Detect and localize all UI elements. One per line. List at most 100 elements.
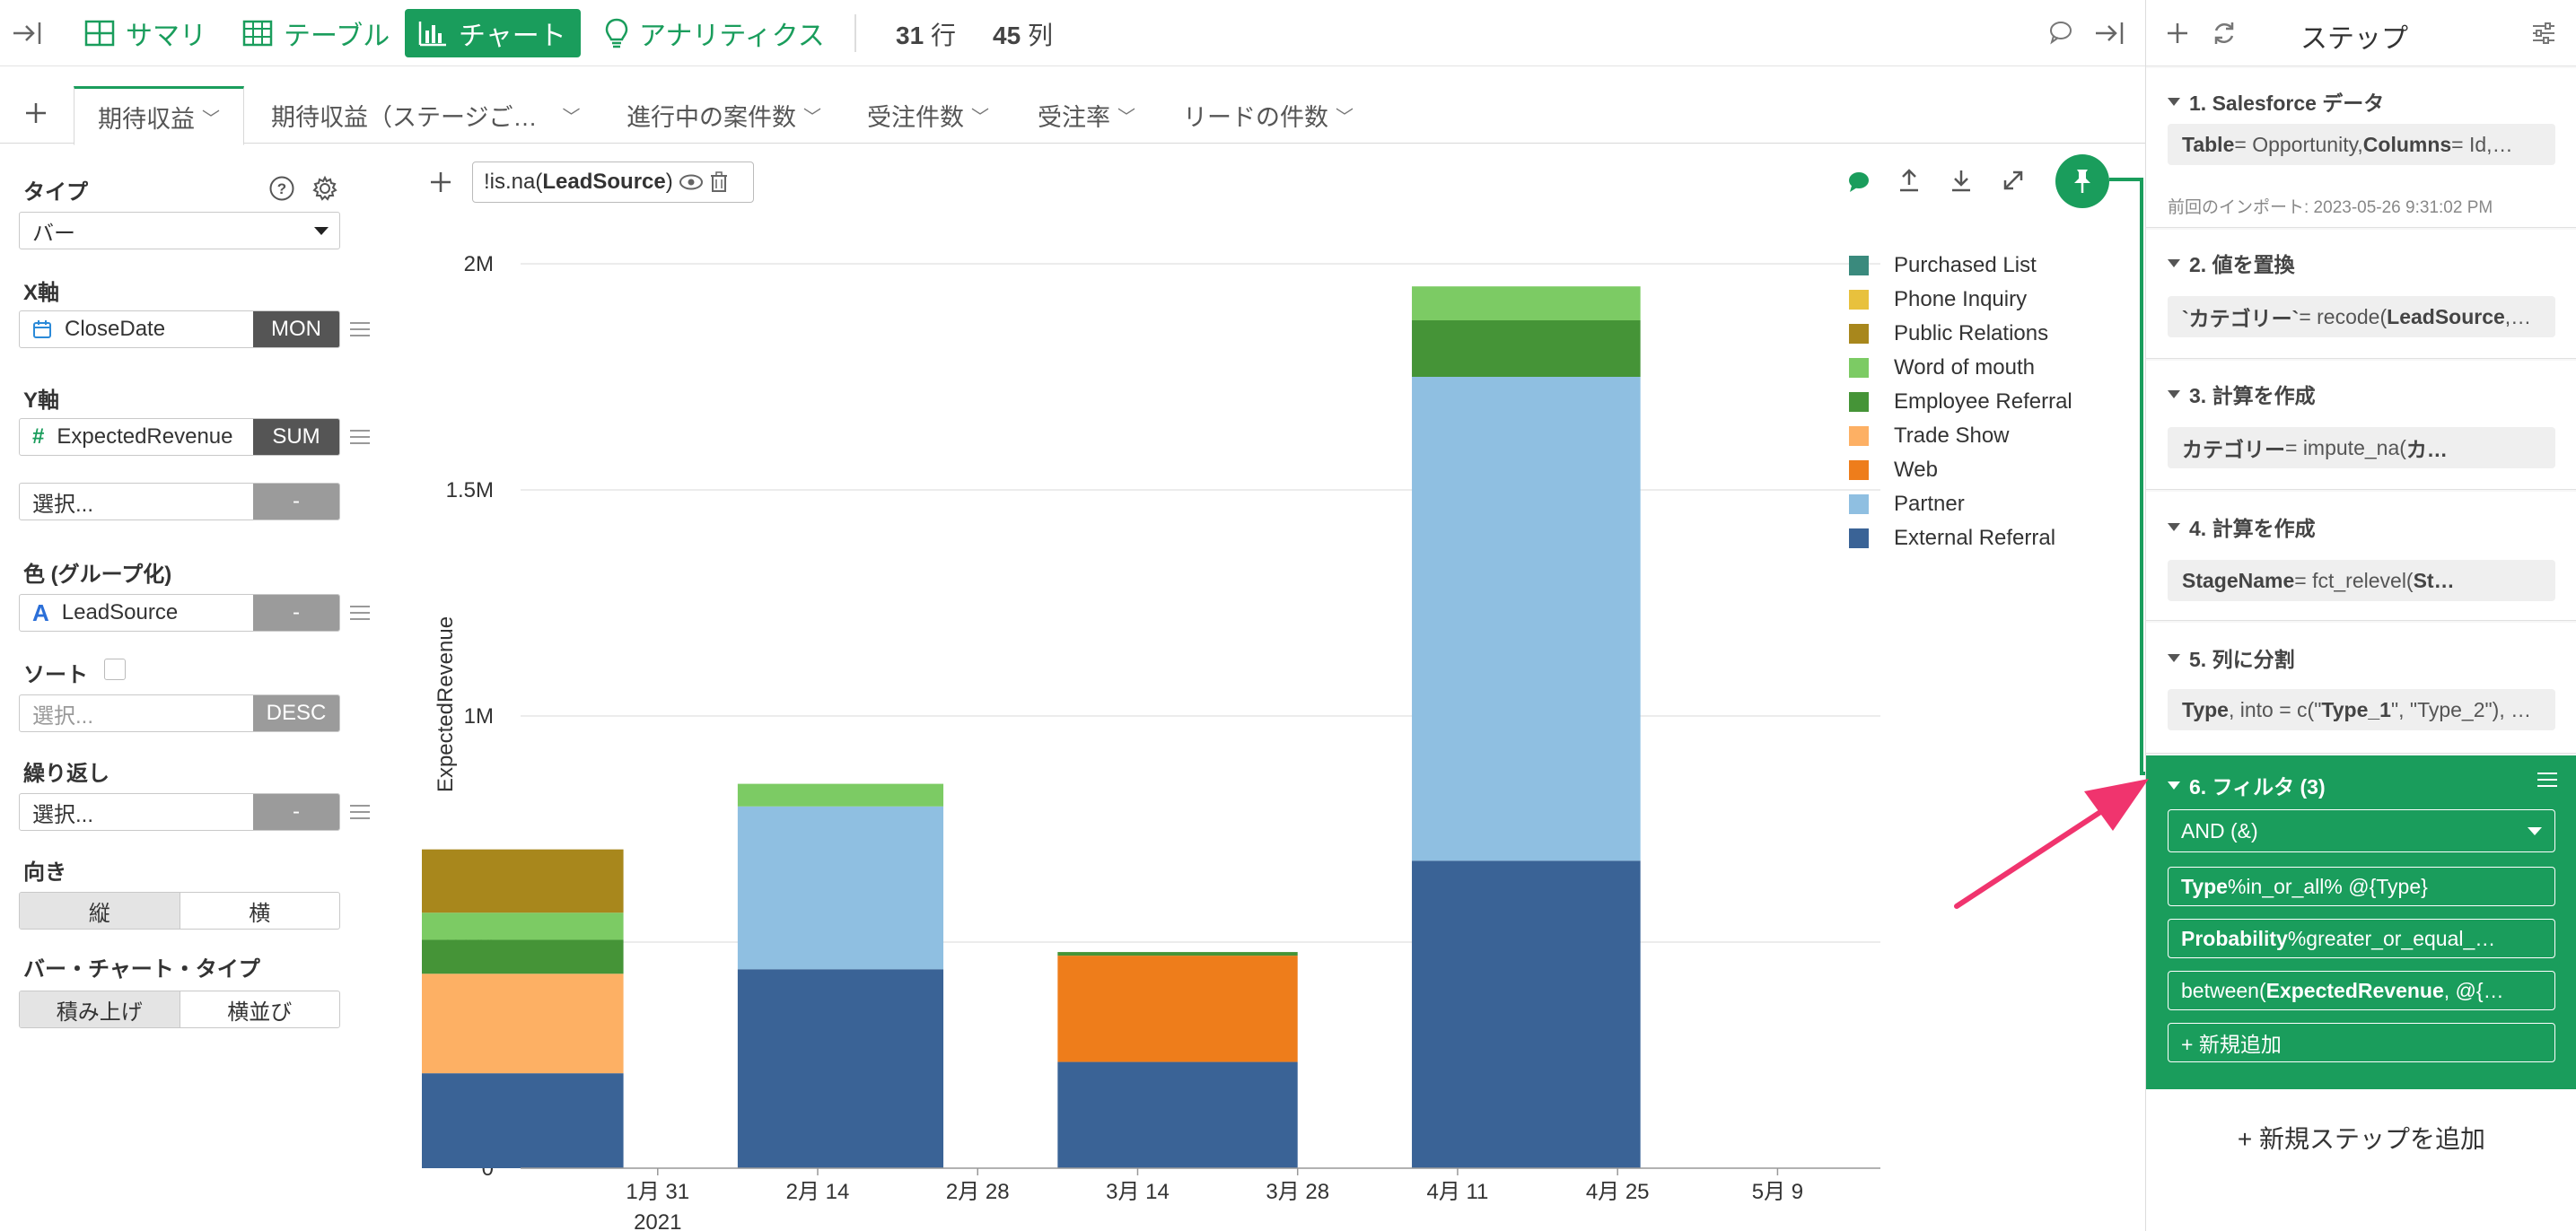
add-step-icon[interactable] xyxy=(2162,18,2193,48)
filter-condition-type[interactable]: Type %in_or_all% @{Type} xyxy=(2168,867,2555,906)
y-axis-label: Y軸 xyxy=(23,389,60,413)
help-icon[interactable]: ? xyxy=(267,174,296,203)
sort-order[interactable]: DESC xyxy=(253,695,339,731)
steps-header: ステップ xyxy=(2146,0,2576,66)
repeat-field[interactable]: 選択... - xyxy=(19,793,340,831)
y-axis-aggregation[interactable]: SUM xyxy=(253,419,339,455)
tab-expected-revenue[interactable]: 期待収益 ﹀ xyxy=(74,86,244,145)
expand-icon[interactable] xyxy=(1998,165,2028,196)
step-5[interactable]: 5. 列に分割 Type, into = c(" Type_1 ", "Type_2… xyxy=(2146,623,2576,754)
sort-field[interactable]: 選択... DESC xyxy=(19,694,340,732)
filter-chip[interactable]: !is.na(LeadSource) xyxy=(472,162,754,203)
y-axis-2-field[interactable]: 選択... - xyxy=(19,483,340,520)
comment-icon[interactable] xyxy=(2046,18,2075,47)
eye-icon[interactable] xyxy=(679,173,704,191)
download-icon[interactable] xyxy=(1946,165,1976,196)
add-filter-icon[interactable] xyxy=(425,167,456,197)
chevron-down-icon[interactable]: ﹀ xyxy=(1336,102,1354,128)
chart-type-select[interactable]: バー xyxy=(19,212,340,249)
legend-item[interactable]: Employee Referral xyxy=(1849,389,2072,415)
collapse-triangle-icon[interactable] xyxy=(2168,258,2180,267)
legend-item[interactable]: Phone Inquiry xyxy=(1849,287,2027,312)
chevron-down-icon[interactable]: ﹀ xyxy=(202,104,220,130)
y-axis-2-aggregation[interactable]: - xyxy=(253,484,339,519)
sort-checkbox[interactable] xyxy=(104,659,126,680)
upload-icon[interactable] xyxy=(1894,165,1924,196)
step-6-filter[interactable]: 6. フィルタ (3) AND (&) Type %in_or_all% @{T… xyxy=(2146,755,2576,1089)
tab-win-rate[interactable]: 受注率 ﹀ xyxy=(1014,86,1159,144)
menu-icon[interactable] xyxy=(350,800,370,824)
collapse-triangle-icon[interactable] xyxy=(2168,97,2180,106)
view-summary-button[interactable]: サマリ xyxy=(72,9,219,57)
legend-item[interactable]: Word of mouth xyxy=(1849,355,2035,380)
legend-item[interactable]: Trade Show xyxy=(1849,423,2010,449)
add-step-button[interactable]: + 新規ステップを追加 xyxy=(2146,1120,2576,1156)
collapse-left-icon[interactable] xyxy=(11,18,43,48)
collapse-right-icon[interactable] xyxy=(2091,18,2127,48)
menu-icon[interactable] xyxy=(350,601,370,624)
step-5-expression[interactable]: Type, into = c(" Type_1 ", "Type_2"), … xyxy=(2168,689,2555,730)
chart-comment-icon[interactable] xyxy=(1844,167,1874,197)
legend-label: Partner xyxy=(1894,492,1965,516)
legend-label: Phone Inquiry xyxy=(1894,287,2028,311)
filter-condition-revenue[interactable]: between(ExpectedRevenue, @{… xyxy=(2168,971,2555,1010)
step-3[interactable]: 3. 計算を作成 カテゴリー = impute_na(カ… xyxy=(2146,361,2576,490)
legend-item[interactable]: Web xyxy=(1849,458,1938,483)
menu-icon[interactable] xyxy=(350,318,370,341)
step-4[interactable]: 4. 計算を作成 StageName = fct_relevel(St… xyxy=(2146,492,2576,621)
chevron-down-icon[interactable]: ﹀ xyxy=(562,102,580,128)
legend-swatch xyxy=(1849,528,1869,548)
gear-icon[interactable] xyxy=(311,174,339,203)
legend-item[interactable]: Partner xyxy=(1849,492,1965,517)
color-group-field[interactable]: A LeadSource - xyxy=(19,594,340,632)
menu-icon[interactable] xyxy=(2537,768,2557,791)
collapse-triangle-icon[interactable] xyxy=(2168,522,2180,531)
legend-item[interactable]: Public Relations xyxy=(1849,321,2048,346)
bar-type-side-by-side[interactable]: 横並び xyxy=(179,991,340,1027)
menu-icon[interactable] xyxy=(350,425,370,449)
tab-expected-revenue-stage[interactable]: 期待収益（ステージご… ﹀ xyxy=(248,86,603,144)
add-tab-icon[interactable] xyxy=(20,97,52,129)
bar-type-stacked[interactable]: 積み上げ xyxy=(20,991,180,1027)
trash-icon[interactable] xyxy=(709,171,729,193)
step-2[interactable]: 2. 値を置換 `カテゴリー` = recode(LeadSource,… xyxy=(2146,230,2576,359)
pin-icon[interactable] xyxy=(2055,154,2109,208)
collapse-triangle-icon[interactable] xyxy=(2168,781,2180,790)
y-axis-field[interactable]: # ExpectedRevenue SUM xyxy=(19,418,340,456)
steps-panel: ステップ 1. Salesforce データ Table = Opportuni… xyxy=(2145,0,2576,1231)
filter-condition-probability[interactable]: Probability %greater_or_equal_… xyxy=(2168,919,2555,958)
collapse-triangle-icon[interactable] xyxy=(2168,389,2180,398)
step-1[interactable]: 1. Salesforce データ Table = Opportunity, C… xyxy=(2146,68,2576,228)
tab-open-deals[interactable]: 進行中の案件数 ﹀ xyxy=(603,86,845,144)
filter-logic-select[interactable]: AND (&) xyxy=(2168,809,2555,852)
dropdown-caret-icon xyxy=(314,226,329,235)
orientation-vertical[interactable]: 縦 xyxy=(20,893,180,929)
bar-segment xyxy=(1412,860,1641,1168)
step-1-expression[interactable]: Table = Opportunity, Columns = Id,… xyxy=(2168,124,2555,165)
chevron-down-icon[interactable]: ﹀ xyxy=(971,102,989,128)
orientation-horizontal[interactable]: 横 xyxy=(179,893,340,929)
repeat-aggregation[interactable]: - xyxy=(253,794,339,830)
settings-sliders-icon[interactable] xyxy=(2528,18,2559,48)
view-analytics-button[interactable]: アナリティクス xyxy=(592,9,837,57)
view-table-button[interactable]: テーブル xyxy=(230,9,402,57)
tab-won-count[interactable]: 受注件数 ﹀ xyxy=(844,86,1012,144)
x-axis-aggregation[interactable]: MON xyxy=(253,311,339,347)
refresh-icon[interactable] xyxy=(2209,18,2239,48)
x-axis-ticks: 1月 31 2021 2月 14 2月 28 3月 14 3月 28 4月 11 4月 25 5… xyxy=(626,1168,1803,1231)
color-group-label: 色 (グループ化) xyxy=(23,563,172,587)
step-2-expression[interactable]: `カテゴリー` = recode(LeadSource,… xyxy=(2168,296,2555,337)
step-3-expression[interactable]: カテゴリー = impute_na(カ… xyxy=(2168,427,2555,468)
legend-item[interactable]: Purchased List xyxy=(1849,253,2037,278)
step-4-expression[interactable]: StageName = fct_relevel(St… xyxy=(2168,560,2555,601)
legend-item[interactable]: External Referral xyxy=(1849,526,2055,551)
x-axis-field[interactable]: CloseDate MON xyxy=(19,310,340,348)
view-chart-button[interactable]: チャート xyxy=(405,9,581,57)
chevron-down-icon[interactable]: ﹀ xyxy=(803,102,821,128)
chevron-down-icon[interactable]: ﹀ xyxy=(1117,102,1135,128)
color-aggregation[interactable]: - xyxy=(253,595,339,631)
collapse-triangle-icon[interactable] xyxy=(2168,653,2180,662)
tab-lead-count[interactable]: リードの件数 ﹀ xyxy=(1160,86,1377,144)
add-filter-condition-button[interactable]: + 新規追加 xyxy=(2168,1023,2555,1062)
steps-title: ステップ xyxy=(2300,24,2408,54)
